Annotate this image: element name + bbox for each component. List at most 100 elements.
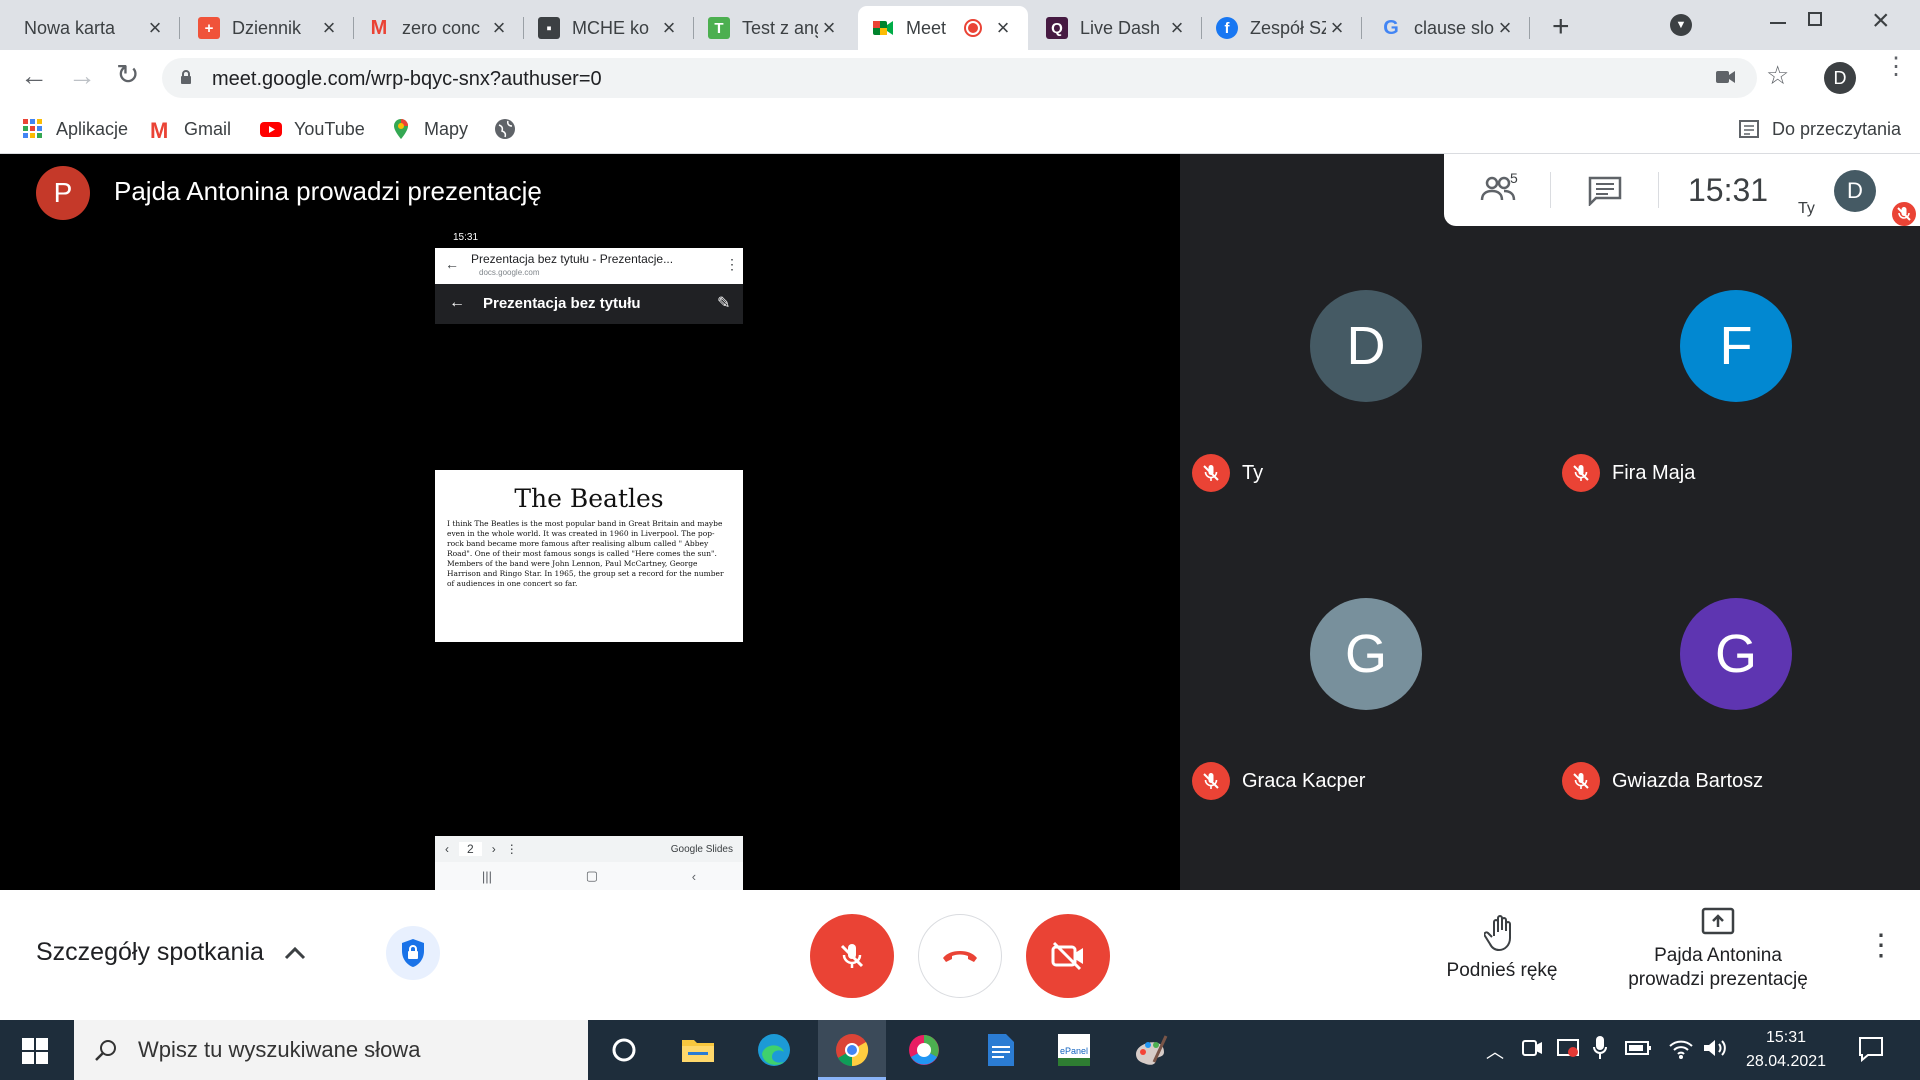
tab-google[interactable]: G clause slo × bbox=[1366, 6, 1530, 50]
windows-start-icon[interactable] bbox=[22, 1038, 48, 1064]
tab-search-icon[interactable]: ▼ bbox=[1670, 14, 1692, 36]
reload-icon[interactable]: ↻ bbox=[116, 58, 139, 91]
tab-title: Meet bbox=[906, 17, 947, 38]
raise-hand-button[interactable]: Podnieś rękę bbox=[1440, 914, 1564, 982]
phone-status-bar: 15:31 bbox=[435, 226, 743, 248]
bookmark-globe[interactable] bbox=[494, 118, 528, 140]
meeting-controls-bar: Szczegóły spotkania Podnieś rękę Pajda A… bbox=[0, 890, 1920, 1020]
tab-new-tab[interactable]: Nowa karta × bbox=[10, 6, 180, 50]
presenter-title: Pajda Antonina prowadzi prezentację bbox=[114, 176, 542, 206]
microphone-toggle-button[interactable] bbox=[810, 914, 894, 998]
chat-button[interactable] bbox=[1588, 176, 1622, 206]
home-icon: ▢ bbox=[585, 868, 599, 883]
close-icon[interactable]: × bbox=[1326, 15, 1348, 41]
reading-list-icon bbox=[1738, 118, 1760, 140]
cortana-icon[interactable] bbox=[606, 1032, 642, 1068]
participants-count: 5 bbox=[1510, 170, 1518, 186]
epanel-icon[interactable]: ePanel bbox=[1056, 1032, 1092, 1068]
forward-icon[interactable]: → bbox=[68, 60, 96, 92]
volume-icon[interactable] bbox=[1702, 1036, 1728, 1060]
edge-icon[interactable] bbox=[756, 1032, 792, 1068]
menu-icon: ⋮ bbox=[505, 842, 518, 856]
close-icon[interactable]: × bbox=[818, 15, 840, 41]
host-controls-button[interactable] bbox=[386, 926, 440, 980]
meet-tray-icon[interactable] bbox=[1522, 1036, 1544, 1060]
chevron-right-icon: › bbox=[491, 842, 496, 856]
chevron-up-icon[interactable]: ︿ bbox=[1486, 1038, 1504, 1064]
star-icon[interactable]: ☆ bbox=[1766, 60, 1789, 91]
taskbar-search-box[interactable]: Wpisz tu wyszukiwane słowa bbox=[74, 1020, 588, 1080]
meet-stage: P Pajda Antonina prowadzi prezentację 5 … bbox=[0, 154, 1920, 890]
screen-share-tray-icon[interactable] bbox=[1556, 1036, 1580, 1060]
restore-icon[interactable] bbox=[1808, 12, 1822, 26]
new-tab-button[interactable]: + bbox=[1552, 10, 1570, 44]
youtube-icon bbox=[260, 118, 282, 140]
tab-title: clause slo bbox=[1414, 17, 1494, 38]
tab-facebook[interactable]: f Zespół SZ × bbox=[1202, 6, 1362, 50]
document-app-icon[interactable] bbox=[982, 1032, 1018, 1068]
participant-tile[interactable]: G Gwiazda Bartosz bbox=[1550, 558, 1920, 866]
bookmark-label: Aplikacje bbox=[56, 118, 129, 139]
contact-card-icon: ▪ bbox=[538, 17, 560, 39]
close-icon[interactable]: × bbox=[488, 15, 510, 41]
participant-tile[interactable]: G Graca Kacper bbox=[1180, 558, 1550, 866]
tab-live-dash[interactable]: Q Live Dash × bbox=[1032, 6, 1202, 50]
slide-body: I think The Beatles is the most popular … bbox=[447, 519, 724, 588]
present-now-button[interactable]: Pajda Antonina prowadzi prezentację bbox=[1606, 906, 1830, 992]
close-icon[interactable]: × bbox=[1166, 15, 1188, 41]
profile-avatar[interactable]: D bbox=[1824, 62, 1856, 94]
close-icon[interactable]: × bbox=[1494, 15, 1516, 41]
lock-icon bbox=[180, 69, 192, 85]
microphone-tray-icon[interactable] bbox=[1592, 1034, 1608, 1062]
back-icon[interactable]: ← bbox=[20, 60, 48, 92]
close-icon[interactable]: × bbox=[658, 15, 680, 41]
tab-meet[interactable]: Meet × bbox=[858, 6, 1028, 50]
tab-mche[interactable]: ▪ MCHE ko × bbox=[524, 6, 694, 50]
meeting-details-button[interactable]: Szczegóły spotkania bbox=[36, 938, 306, 967]
chrome-taskbar-button[interactable] bbox=[818, 1020, 886, 1080]
participant-tile[interactable]: D Ty bbox=[1180, 250, 1550, 558]
more-options-icon[interactable]: ⋮ bbox=[1866, 931, 1896, 961]
reading-list-label: Do przeczytania bbox=[1772, 118, 1902, 139]
participant-tile[interactable]: F Fira Maja bbox=[1550, 250, 1920, 558]
reading-list[interactable]: Do przeczytania bbox=[1738, 118, 1901, 140]
close-icon[interactable]: × bbox=[144, 15, 166, 41]
presenter-avatar: P bbox=[36, 166, 90, 220]
close-icon[interactable]: × bbox=[318, 15, 340, 41]
bookmark-youtube[interactable]: YouTube bbox=[260, 118, 365, 140]
bookmark-gmail[interactable]: M Gmail bbox=[150, 118, 232, 143]
toolbar: ← → ↻ meet.google.com/wrp-bqyc-snx?authu… bbox=[0, 50, 1920, 106]
participant-name: Fira Maja bbox=[1612, 461, 1696, 484]
paint-icon[interactable] bbox=[1132, 1032, 1168, 1068]
file-explorer-icon[interactable] bbox=[680, 1032, 716, 1068]
back-icon: ‹ bbox=[691, 868, 697, 884]
close-icon[interactable]: × bbox=[992, 15, 1014, 41]
camera-icon[interactable] bbox=[1716, 70, 1736, 84]
address-bar[interactable]: meet.google.com/wrp-bqyc-snx?authuser=0 bbox=[162, 58, 1757, 98]
minimize-icon[interactable] bbox=[1770, 22, 1786, 24]
tab-gmail[interactable]: M zero conc × bbox=[354, 6, 524, 50]
participant-name-row: Fira Maja bbox=[1562, 454, 1695, 492]
color-app-icon[interactable] bbox=[906, 1032, 942, 1068]
mic-off-icon bbox=[1562, 454, 1600, 492]
notifications-icon[interactable] bbox=[1858, 1036, 1884, 1062]
menu-icon[interactable]: ⋮ bbox=[1884, 55, 1908, 79]
mic-off-icon bbox=[1192, 762, 1230, 800]
bookmark-apps[interactable]: Aplikacje bbox=[22, 118, 128, 140]
taskbar-clock[interactable]: 15:31 28.04.2021 bbox=[1742, 1026, 1830, 1074]
tab-dziennik[interactable]: + Dziennik × bbox=[184, 6, 354, 50]
wifi-icon[interactable] bbox=[1668, 1036, 1694, 1060]
close-window-icon[interactable]: × bbox=[1872, 4, 1890, 38]
taskbar-time: 15:31 bbox=[1765, 1029, 1807, 1046]
phone-status-time: 15:31 bbox=[453, 232, 479, 243]
present-screen-icon bbox=[1701, 907, 1735, 935]
recent-apps-icon: ||| bbox=[481, 868, 492, 884]
mic-off-icon bbox=[1192, 454, 1230, 492]
tab-test[interactable]: T Test z ang × bbox=[694, 6, 854, 50]
battery-icon[interactable] bbox=[1624, 1038, 1652, 1058]
bookmark-label: Gmail bbox=[184, 118, 232, 139]
bookmark-maps[interactable]: Mapy bbox=[390, 118, 468, 140]
participant-name-row: Gwiazda Bartosz bbox=[1562, 762, 1763, 800]
leave-call-button[interactable] bbox=[918, 914, 1002, 998]
camera-toggle-button[interactable] bbox=[1026, 914, 1110, 998]
